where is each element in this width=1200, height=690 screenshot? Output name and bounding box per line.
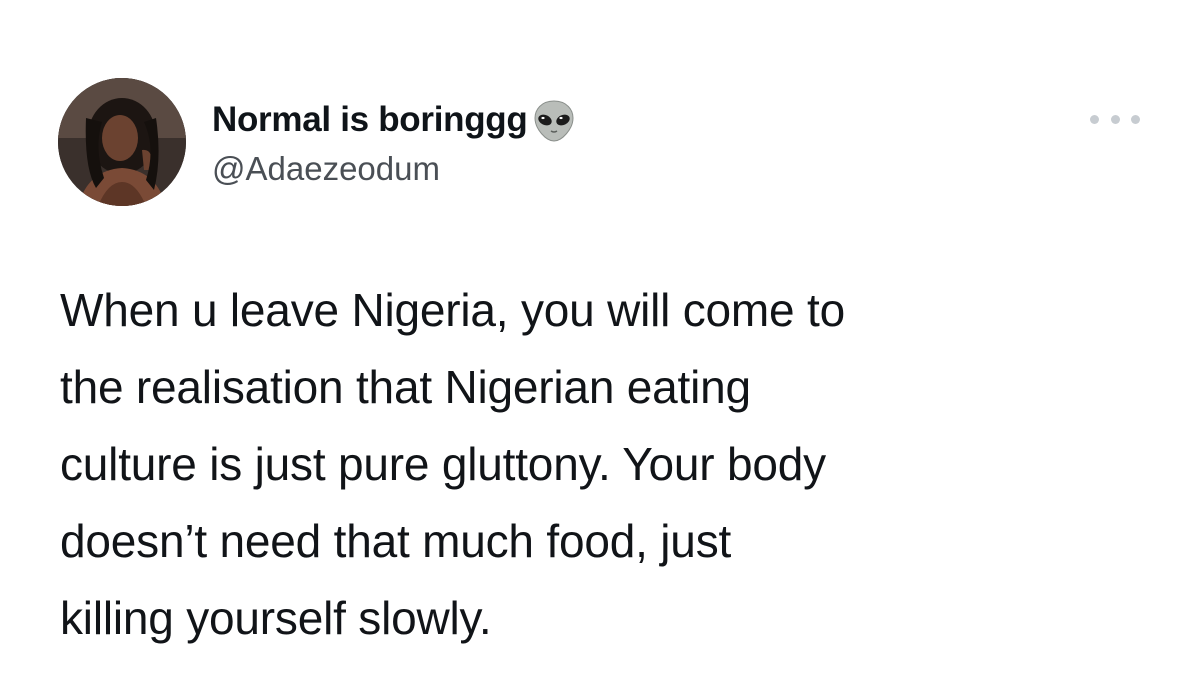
alien-icon — [531, 98, 577, 144]
tweet-text-line: doesn’t need that much food, just — [60, 515, 732, 567]
user-handle[interactable]: @Adaezeodum — [212, 150, 440, 188]
tweet-text-line: killing yourself slowly. — [60, 592, 492, 644]
display-name[interactable]: Normal is boringgg — [212, 100, 528, 140]
tweet-card: Normal is boringgg @Adaezeodum When u le… — [0, 0, 1200, 690]
tweet-text: When u leave Nigeria, you will come to t… — [60, 272, 1170, 657]
more-options-icon — [1090, 114, 1099, 124]
tweet-text-line: the realisation that Nigerian eating — [60, 361, 751, 413]
tweet-text-line: When u leave Nigeria, you will come to — [60, 284, 845, 336]
more-options-button[interactable] — [1090, 104, 1140, 134]
display-name-row: Normal is boringgg — [212, 98, 577, 142]
tweet-text-line: culture is just pure gluttony. Your body — [60, 438, 826, 490]
avatar-photo — [58, 78, 186, 206]
avatar[interactable] — [58, 78, 186, 206]
